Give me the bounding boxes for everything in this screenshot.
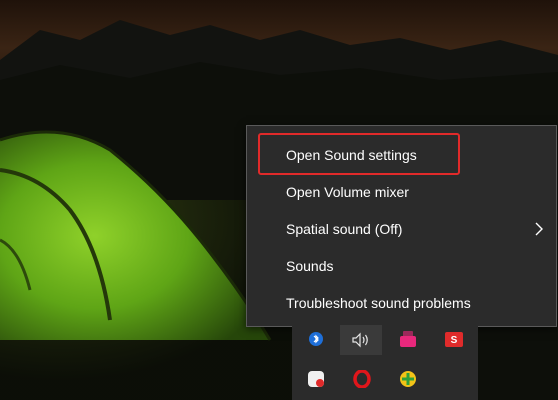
menu-item-open-sound-settings[interactable]: Open Sound settings xyxy=(247,136,556,173)
opera-icon[interactable] xyxy=(348,365,376,393)
system-tray-overflow: S xyxy=(292,325,478,400)
sound-context-menu: Open Sound settings Open Volume mixer Sp… xyxy=(246,125,557,327)
bluetooth-icon[interactable] xyxy=(302,325,330,353)
chevron-right-icon xyxy=(534,222,544,236)
menu-item-label: Sounds xyxy=(286,257,334,274)
red-app-icon[interactable]: S xyxy=(440,325,468,353)
menu-item-troubleshoot-sound[interactable]: Troubleshoot sound problems xyxy=(247,284,556,321)
menu-item-sounds[interactable]: Sounds xyxy=(247,247,556,284)
menu-item-open-volume-mixer[interactable]: Open Volume mixer xyxy=(247,173,556,210)
svg-text:S: S xyxy=(451,335,458,346)
menu-item-label: Open Sound settings xyxy=(286,146,417,163)
menu-item-spatial-sound[interactable]: Spatial sound (Off) xyxy=(247,210,556,247)
menu-item-label: Troubleshoot sound problems xyxy=(286,294,471,311)
menu-item-label: Spatial sound (Off) xyxy=(286,220,403,237)
menu-item-label: Open Volume mixer xyxy=(286,183,409,200)
volume-icon[interactable] xyxy=(347,326,375,354)
pink-app-icon[interactable] xyxy=(394,325,422,353)
white-app-icon[interactable] xyxy=(302,365,330,393)
green-app-icon[interactable] xyxy=(394,365,422,393)
